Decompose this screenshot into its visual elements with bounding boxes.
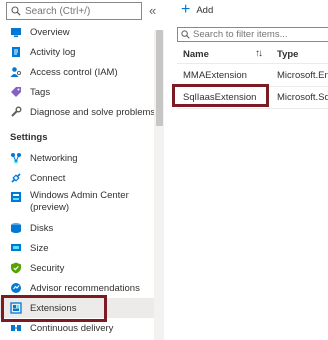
sidebar-item-disks[interactable]: Disks	[0, 218, 154, 238]
advisor-icon	[10, 282, 22, 294]
shield-icon	[10, 262, 22, 274]
sidebar-item-label: Access control (IAM)	[30, 66, 118, 78]
sidebar-item-connect[interactable]: Connect	[0, 168, 154, 188]
search-icon	[181, 30, 190, 39]
sidebar-item-networking[interactable]: Networking	[0, 148, 154, 168]
column-header-type[interactable]: Type	[277, 49, 298, 60]
tag-icon	[10, 86, 22, 98]
sidebar-item-label: Advisor recommendations	[30, 282, 140, 294]
sidebar-item-label: Diagnose and solve problems	[30, 106, 156, 118]
sidebar-item-overview[interactable]: Overview	[0, 22, 154, 42]
extensions-icon	[10, 302, 22, 314]
filter-box[interactable]	[177, 27, 328, 42]
sort-icon[interactable]: ↑↓	[255, 48, 263, 59]
collapse-menu-button[interactable]: «	[149, 3, 156, 18]
sidebar-item-label: Security	[30, 262, 65, 274]
sidebar-item-security[interactable]: Security	[0, 258, 154, 278]
admin-center-icon	[10, 191, 22, 203]
extensions-pane: + Add Name ↑↓ Type MMAExtension Microsof…	[165, 0, 328, 340]
sidebar-item-label: Extensions	[30, 302, 77, 314]
sidebar-item-tags[interactable]: Tags	[0, 82, 154, 102]
add-button-label: Add	[196, 4, 214, 16]
search-icon	[11, 6, 21, 16]
sidebar-item-label: Activity log	[30, 46, 76, 58]
sidebar-item-size[interactable]: Size	[0, 238, 154, 258]
sidebar-item-continuous-delivery[interactable]: Continuous delivery	[0, 318, 154, 338]
sidebar-item-label: Tags	[30, 86, 51, 98]
continuous-delivery-icon	[10, 322, 22, 334]
table-row[interactable]: MMAExtension Microsoft.Ente	[177, 64, 328, 86]
sidebar-scrollbar-thumb[interactable]	[156, 30, 163, 126]
table-row[interactable]: SqlIaasExtension Microsoft.SqlS	[177, 86, 328, 108]
sidebar-item-label: Networking	[30, 152, 78, 164]
sidebar-item-access-control[interactable]: Access control (IAM)	[0, 62, 154, 82]
activity-log-icon	[10, 46, 22, 58]
extension-name-cell[interactable]: SqlIaasExtension	[183, 92, 256, 103]
networking-icon	[10, 152, 22, 164]
sidebar-item-label: Windows Admin Center (preview)	[30, 190, 129, 213]
connect-icon	[10, 172, 22, 184]
sidebar-item-label: Continuous delivery	[30, 322, 114, 334]
menu-search-input[interactable]	[25, 5, 135, 17]
extension-name-cell[interactable]: MMAExtension	[183, 70, 247, 81]
menu-search-box[interactable]	[6, 2, 142, 20]
sidebar-item-label: Disks	[30, 222, 54, 234]
extension-type-cell: Microsoft.SqlS	[277, 92, 328, 103]
row-divider	[177, 108, 328, 109]
extension-type-cell: Microsoft.Ente	[277, 70, 328, 81]
sidebar-item-extensions[interactable]: Extensions	[0, 298, 154, 318]
sidebar-item-diagnose[interactable]: Diagnose and solve problems	[0, 102, 156, 122]
sidebar-item-label: Connect	[30, 172, 66, 184]
wrench-icon	[10, 106, 22, 118]
resource-menu: « Overview Activity log Access control (…	[0, 0, 165, 340]
settings-section-header: Settings	[10, 132, 48, 143]
add-button[interactable]: + Add	[181, 1, 214, 18]
sidebar-item-activity-log[interactable]: Activity log	[0, 42, 154, 62]
sidebar-item-label: Size	[30, 242, 49, 254]
column-header-name[interactable]: Name	[183, 49, 209, 60]
sidebar-item-advisor-recommendations[interactable]: Advisor recommendations	[0, 278, 154, 298]
disks-icon	[10, 222, 22, 234]
sidebar-item-windows-admin-center[interactable]: Windows Admin Center (preview)	[0, 188, 154, 220]
sidebar-item-label: Overview	[30, 26, 70, 38]
plus-icon: +	[181, 1, 191, 18]
overview-icon	[10, 26, 22, 38]
filter-input[interactable]	[193, 29, 328, 40]
size-icon	[10, 242, 22, 254]
access-control-icon	[10, 66, 22, 78]
